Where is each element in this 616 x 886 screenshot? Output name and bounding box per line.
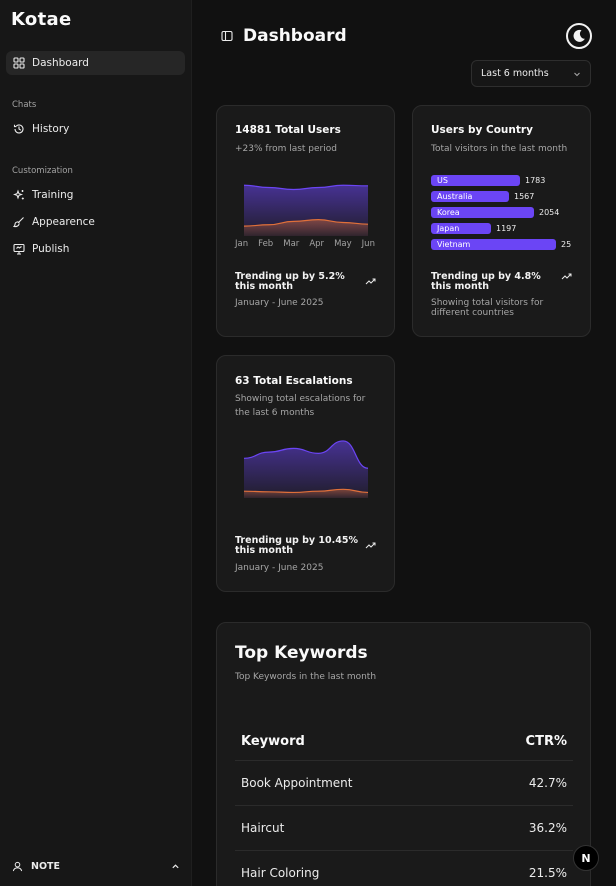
country-bar: Vietnam	[431, 239, 556, 250]
history-icon	[13, 124, 24, 134]
sidebar-item-training[interactable]: Training	[6, 183, 185, 207]
bar-value-label: 1567	[514, 192, 535, 201]
keywords-title: Top Keywords	[235, 643, 368, 663]
total-users-card: 14881 Total Users +23% from last period …	[216, 105, 395, 337]
month-tick: Mar	[283, 239, 300, 249]
sidebar: Kotae Dashboard Chats History Customizat…	[0, 0, 192, 886]
country-bar: Australia	[431, 191, 509, 202]
page-title: Dashboard	[243, 26, 347, 46]
sidebar-item-label: Publish	[32, 243, 70, 255]
paintbrush-icon	[13, 217, 24, 228]
theme-toggle-button[interactable]	[566, 23, 592, 49]
ctr-cell: 21.5%	[528, 866, 567, 880]
country-bar: Korea	[431, 207, 534, 218]
sidebar-item-history[interactable]: History	[6, 117, 185, 141]
top-keywords-card: Top Keywords Top Keywords in the last mo…	[216, 622, 591, 886]
sidebar-toggle-icon[interactable]	[221, 30, 233, 42]
bar-value-label: 1783	[525, 176, 546, 185]
trend-text: Trending up by 5.2% this month	[235, 271, 345, 292]
monitor-icon	[13, 243, 25, 255]
card-title: 14881 Total Users	[235, 124, 341, 136]
trending-up-icon	[561, 273, 572, 280]
card-footer: Showing total visitors for different cou…	[431, 298, 544, 318]
month-tick: May	[334, 239, 352, 249]
ctr-cell: 36.2%	[528, 821, 567, 835]
table-row: Haircut 36.2%	[235, 806, 573, 851]
date-range: January - June 2025	[235, 298, 324, 308]
ctr-cell: 42.7%	[528, 776, 567, 790]
card-title: Users by Country	[431, 124, 533, 136]
moon-icon	[573, 29, 585, 42]
bar-value-label: 2054	[539, 208, 560, 217]
chats-group-label: Chats	[12, 100, 37, 110]
month-tick: Jun	[361, 239, 375, 249]
keywords-table: Keyword CTR% Book Appointment 42.7% Hair…	[235, 723, 573, 886]
month-tick: Feb	[258, 239, 274, 249]
month-tick: Apr	[309, 239, 325, 249]
table-header: Keyword CTR%	[235, 723, 573, 761]
period-select[interactable]: Last 6 months	[471, 60, 591, 87]
keywords-subtitle: Top Keywords in the last month	[235, 672, 377, 682]
card-subtitle: Showing total escalations for the last 6…	[235, 394, 366, 418]
month-tick: Jan	[235, 239, 249, 249]
keyword-cell: Haircut	[241, 821, 285, 835]
keyword-cell: Hair Coloring	[241, 866, 320, 880]
date-range: January - June 2025	[235, 563, 324, 573]
users-by-country-card: Users by Country Total visitors in the l…	[412, 105, 591, 337]
sidebar-item-appearance[interactable]: Appearence	[6, 210, 185, 234]
users-area-chart	[244, 184, 368, 236]
sidebar-item-dashboard[interactable]: Dashboard	[6, 51, 185, 75]
sidebar-item-label: History	[32, 123, 70, 135]
user-name: NOTE	[31, 860, 60, 872]
brand-logo: Kotae	[11, 9, 72, 30]
sidebar-item-publish[interactable]: Publish	[6, 237, 185, 261]
total-escalations-card: 63 Total Escalations Showing total escal…	[216, 355, 395, 592]
period-select-value: Last 6 months	[481, 68, 549, 79]
sidebar-item-label: Appearence	[32, 216, 95, 228]
trending-up-icon	[365, 542, 376, 549]
month-axis: Jan Feb Mar Apr May Jun	[235, 239, 375, 249]
country-bar: US	[431, 175, 520, 186]
trending-up-icon	[365, 278, 376, 285]
chevron-up-icon	[172, 863, 179, 868]
card-subtitle: Total visitors in the last month	[431, 144, 568, 154]
keyword-cell: Book Appointment	[241, 776, 353, 790]
card-subtitle: +23% from last period	[235, 144, 337, 154]
customization-group-label: Customization	[12, 166, 73, 176]
bar-value-label: 1197	[496, 224, 517, 233]
sparkles-icon	[13, 189, 24, 200]
table-row: Book Appointment 42.7%	[235, 761, 573, 806]
country-bar: Japan	[431, 223, 491, 234]
trend-text: Trending up by 10.45% this month	[235, 535, 358, 556]
column-header-keyword: Keyword	[241, 734, 305, 749]
trend-text: Trending up by 4.8% this month	[431, 271, 541, 292]
column-header-ctr: CTR%	[525, 734, 567, 749]
card-title: 63 Total Escalations	[235, 375, 353, 387]
user-menu[interactable]: NOTE	[12, 858, 180, 874]
bar-value-label: 25	[561, 240, 572, 249]
chevron-down-icon	[574, 72, 580, 76]
sidebar-item-label: Training	[32, 189, 74, 201]
dashboard-icon	[13, 57, 25, 69]
table-row: Hair Coloring 21.5%	[235, 851, 573, 886]
user-icon	[12, 861, 23, 871]
sidebar-item-label: Dashboard	[32, 57, 89, 69]
next-badge[interactable]: N	[573, 845, 599, 871]
escalations-area-chart	[244, 440, 368, 498]
